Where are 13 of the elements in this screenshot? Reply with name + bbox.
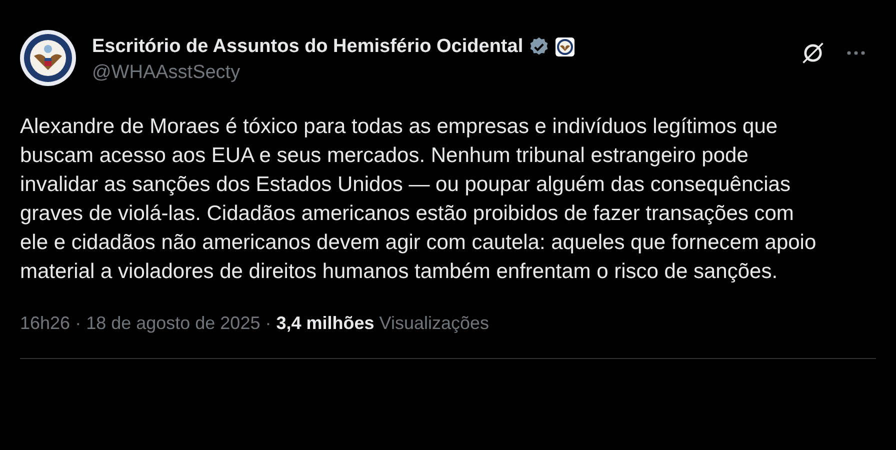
grok-icon[interactable] <box>800 40 826 66</box>
more-options-icon[interactable] <box>846 50 866 56</box>
views-count: 3,4 milhões <box>276 313 374 334</box>
post-date[interactable]: 18 de agosto de 2025 <box>86 313 260 334</box>
post-time[interactable]: 16h26 <box>20 313 70 334</box>
separator-dot: · <box>75 313 82 334</box>
separator-dot: · <box>265 313 272 334</box>
seal-icon <box>555 37 576 57</box>
post-text: Alexandre de Moraes é tóxico para todas as empresas e indivíduos legítimos que buscam acesso aos EUA e seus mercados. Nenhum tribunal estrangeiro pode invalidar as sanções dos Estados Unidos — ou poupar alguém das consequências graves de violá-las. Cidadãos americanos estão proibidos de fazer transações com ele e cidadãos não americanos devem agir com cautela: aqueles que fornecem apoio material a violadores de direitos humanos também enfrentam o risco de sanções. <box>20 114 818 285</box>
author-name[interactable]: Escritório de Assuntos do Hemisfério Ocidental <box>92 36 524 58</box>
seal-icon[interactable] <box>20 30 76 86</box>
author-handle[interactable]: @WHAAsstSecty <box>92 62 784 84</box>
views-label: Visualizações <box>379 313 489 334</box>
